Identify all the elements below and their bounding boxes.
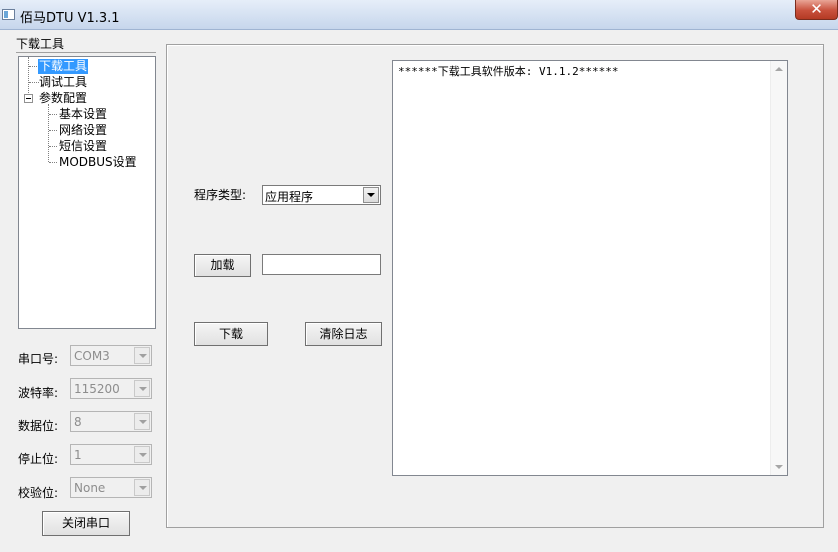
scroll-down-icon[interactable]: [775, 465, 783, 469]
collapse-icon[interactable]: [24, 94, 33, 103]
databits-value: 8: [74, 415, 82, 429]
log-area[interactable]: ******下载工具软件版本: V1.1.2******: [392, 60, 788, 476]
databits-select[interactable]: 8: [70, 411, 152, 432]
chevron-down-icon: [134, 347, 150, 364]
tree-line: [48, 104, 49, 162]
log-text: ******下载工具软件版本: V1.1.2******: [398, 65, 619, 78]
parity-select[interactable]: None: [70, 477, 152, 498]
port-label: 串口号:: [18, 352, 59, 366]
clear-log-button[interactable]: 清除日志: [305, 322, 382, 346]
tree-item-param-config[interactable]: 参数配置: [38, 91, 88, 106]
parity-value: None: [74, 481, 106, 495]
tree-item-download-tool[interactable]: 下载工具: [38, 59, 89, 74]
title-bar: 佰马DTU V1.3.1 ✕: [0, 0, 838, 30]
tree-item-modbus-settings[interactable]: MODBUS设置: [58, 155, 138, 170]
baud-select[interactable]: 115200: [70, 378, 152, 399]
tree-item-basic-settings[interactable]: 基本设置: [58, 107, 108, 122]
tree-caption: 下载工具: [16, 35, 156, 53]
window-title: 佰马DTU V1.3.1: [20, 11, 120, 26]
baud-label: 波特率:: [18, 386, 59, 400]
port-value: COM3: [74, 349, 110, 363]
scroll-up-icon[interactable]: [775, 67, 783, 71]
log-scrollbar[interactable]: [770, 61, 787, 475]
tree-line: [49, 130, 57, 131]
app-icon: [2, 9, 15, 20]
chevron-down-icon: [134, 479, 150, 496]
stopbits-label: 停止位:: [18, 452, 59, 466]
navigation-tree[interactable]: 下载工具 调试工具 参数配置 基本设置 网络设置 短信设置 MODBUS设置: [18, 56, 156, 329]
parity-label: 校验位:: [18, 486, 59, 500]
chevron-down-icon: [134, 413, 150, 430]
program-type-label: 程序类型:: [194, 188, 247, 202]
tree-line: [49, 162, 57, 163]
stopbits-select[interactable]: 1: [70, 444, 152, 465]
stopbits-value: 1: [74, 448, 82, 462]
chevron-down-icon: [134, 446, 150, 463]
tree-item-sms-settings[interactable]: 短信设置: [58, 139, 108, 154]
close-port-button[interactable]: 关闭串口: [42, 511, 130, 536]
tree-item-debug-tool[interactable]: 调试工具: [38, 75, 88, 90]
tree-item-network-settings[interactable]: 网络设置: [58, 123, 108, 138]
tree-line: [28, 57, 29, 95]
load-button[interactable]: 加载: [194, 254, 251, 277]
file-path-input[interactable]: [262, 254, 381, 275]
program-type-value: 应用程序: [265, 190, 314, 204]
port-select[interactable]: COM3: [70, 345, 152, 366]
tree-line: [49, 114, 57, 115]
download-button[interactable]: 下载: [194, 322, 268, 346]
tree-line: [49, 146, 57, 147]
databits-label: 数据位:: [18, 419, 59, 433]
baud-value: 115200: [74, 382, 120, 396]
chevron-down-icon: [134, 380, 150, 397]
chevron-down-icon: [363, 187, 379, 203]
program-type-select[interactable]: 应用程序: [262, 185, 381, 205]
close-button[interactable]: ✕: [795, 0, 838, 20]
